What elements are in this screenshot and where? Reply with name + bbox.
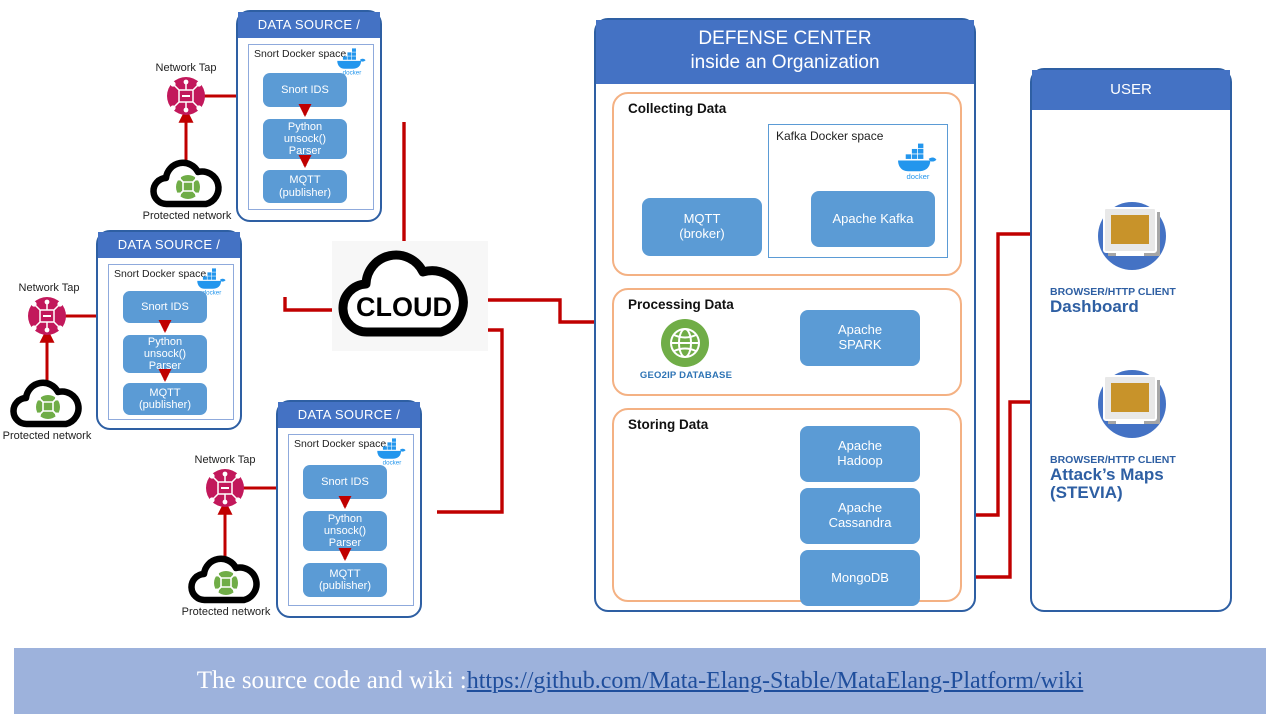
user-client-1-name: Dashboard: [1050, 297, 1139, 316]
footer-text: The source code and wiki :: [196, 667, 467, 694]
sensor-2-protected-network-icon: [10, 379, 82, 428]
kafka-docker-space: Kafka Docker space docker Apache Kafka: [768, 124, 948, 258]
sensor-1-network-tap-icon: [167, 77, 205, 115]
sensor-2-header: DATA SOURCE / SENSOR: [98, 232, 240, 278]
mongodb-block-label: MongoDB: [831, 569, 889, 585]
kafka-block-label: Apache Kafka: [832, 210, 914, 226]
cloud-label: CLOUD: [356, 292, 452, 322]
group-processing-data-title: Processing Data: [628, 297, 734, 312]
defense-center-panel: DEFENSE CENTER inside an Organization Co…: [594, 18, 976, 612]
monitor-icon: [1098, 202, 1166, 270]
sensor-panel-2: DATA SOURCE / SENSOR Snort Docker space …: [96, 230, 242, 430]
footer-wiki-link[interactable]: https://github.com/Mata-Elang-Stable/Mat…: [467, 668, 1084, 695]
svg-text:docker: docker: [907, 172, 930, 181]
user-panel: USER BROWSER/HTTP CLIENT Dashboard BROWS…: [1030, 68, 1232, 612]
sensor-3-docker-space: Snort Docker space docker Snort IDS Pyth…: [288, 434, 414, 606]
cassandra-block: Apache Cassandra: [800, 488, 920, 544]
cloud-icon: CLOUD: [338, 250, 468, 337]
kafka-block: Apache Kafka: [811, 191, 935, 247]
geo2ip-database-label: GEO2IP DATABASE: [639, 370, 733, 381]
hadoop-block-label: Apache Hadoop: [837, 438, 883, 468]
sensor-2-protected-network-label: Protected network: [2, 430, 92, 442]
kafka-docker-space-label: Kafka Docker space: [776, 129, 884, 143]
group-collecting-data: Collecting Data Kafka Docker space docke…: [612, 92, 962, 276]
user-client-2-name: Attack’s Maps (STEVIA): [1050, 465, 1164, 503]
monitor-icon: [1098, 370, 1166, 438]
footer-banner: The source code and wiki : https://githu…: [14, 648, 1266, 714]
docker-whale-icon: docker: [898, 143, 937, 181]
diagram-canvas: DATA SOURCE / SENSOR Snort Docker space …: [0, 0, 1280, 720]
mqtt-broker-block: MQTT (broker): [642, 198, 762, 256]
sensor-3-network-tap-label: Network Tap: [194, 454, 256, 466]
cloud-node: CLOUD: [332, 241, 488, 351]
geo2ip-database-icon: [661, 319, 709, 367]
sensor-3-network-tap-icon: [206, 469, 244, 507]
group-collecting-data-title: Collecting Data: [628, 101, 727, 116]
mqtt-broker-label: MQTT (broker): [679, 211, 725, 241]
cassandra-block-label: Apache Cassandra: [828, 500, 892, 530]
sensor-1-protected-network-label: Protected network: [142, 210, 232, 222]
sensor-1-internal-arrows: [298, 103, 312, 168]
sensor-1-network-tap-label: Network Tap: [155, 62, 217, 74]
sensor-1-docker-space: Snort Docker space docker Snort IDS Pyth…: [248, 44, 374, 210]
sensor-2-network-tap-icon: [28, 297, 66, 335]
sensor-3-header: DATA SOURCE / SENSOR: [278, 402, 420, 448]
sensor-2-network-tap-label: Network Tap: [18, 282, 80, 294]
spark-block-label: Apache SPARK: [837, 322, 883, 352]
sensor-1-protected-network-icon: [150, 159, 222, 208]
sensor-2-docker-space: Snort Docker space docker Snort IDS Pyth…: [108, 264, 234, 420]
sensor-3-internal-arrows: [338, 495, 352, 561]
sensor-panel-1: DATA SOURCE / SENSOR Snort Docker space …: [236, 10, 382, 222]
sensor-panel-3: DATA SOURCE / SENSOR Snort Docker space …: [276, 400, 422, 618]
sensor-2-internal-arrows: [158, 319, 172, 382]
spark-block: Apache SPARK: [800, 310, 920, 366]
sensor-1-header: DATA SOURCE / SENSOR: [238, 12, 380, 58]
hadoop-block: Apache Hadoop: [800, 426, 920, 482]
defense-center-title-line2: inside an Organization: [690, 51, 880, 73]
user-panel-header: USER: [1032, 70, 1230, 110]
mongodb-block: MongoDB: [800, 550, 920, 606]
sensor-3-protected-network-label: Protected network: [181, 606, 271, 618]
defense-center-header: DEFENSE CENTER inside an Organization: [596, 20, 974, 84]
defense-center-title-line1: DEFENSE CENTER: [698, 28, 872, 49]
sensor-3-protected-network-icon: [188, 555, 260, 604]
